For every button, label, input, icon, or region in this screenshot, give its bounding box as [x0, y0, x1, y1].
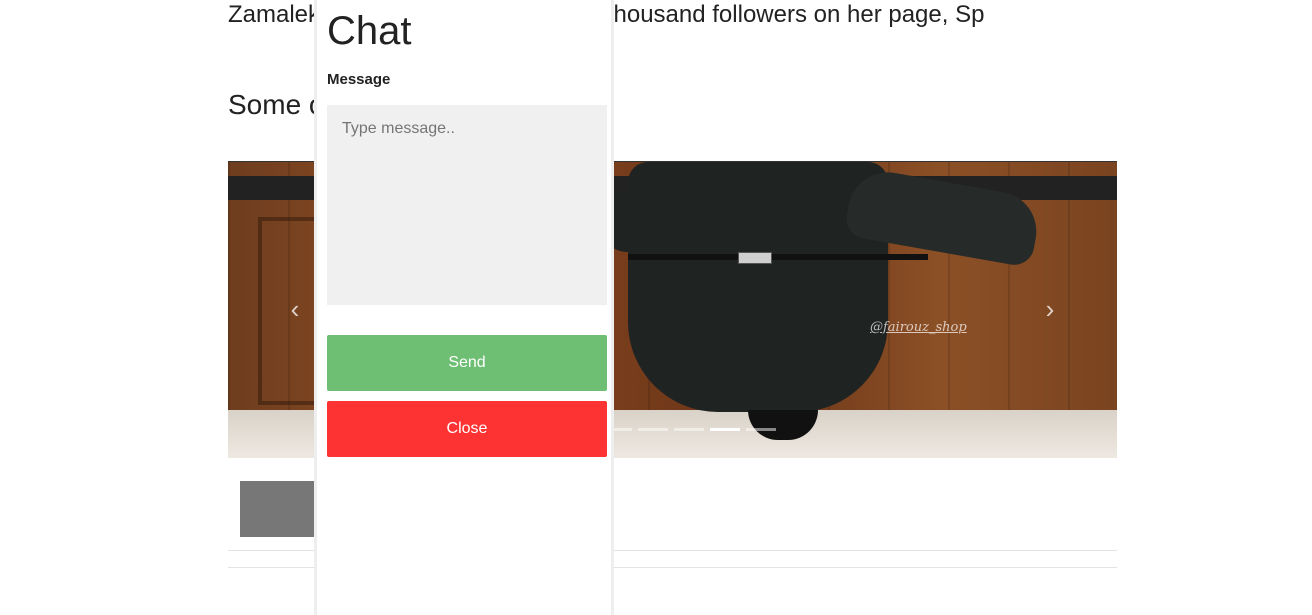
close-button[interactable]: Close — [327, 401, 607, 457]
image-watermark: @fairouz_shop — [870, 320, 967, 335]
carousel-product-photo — [598, 162, 1043, 440]
message-textarea[interactable] — [327, 105, 607, 305]
carousel-prev-icon[interactable]: ‹ — [280, 294, 310, 324]
photo-buckle — [738, 252, 772, 264]
photo-belt — [628, 254, 928, 260]
carousel-indicator[interactable] — [674, 428, 704, 431]
carousel-indicator[interactable] — [746, 428, 776, 431]
send-button[interactable]: Send — [327, 335, 607, 391]
chat-title: Chat — [327, 9, 412, 53]
message-label: Message — [327, 71, 391, 88]
carousel-next-icon[interactable]: › — [1035, 294, 1065, 324]
article-subheading: Some o — [228, 89, 325, 120]
chat-popup: Chat Message Send Close — [314, 0, 614, 615]
carousel-indicator[interactable] — [710, 428, 740, 431]
carousel-indicator[interactable] — [638, 428, 668, 431]
